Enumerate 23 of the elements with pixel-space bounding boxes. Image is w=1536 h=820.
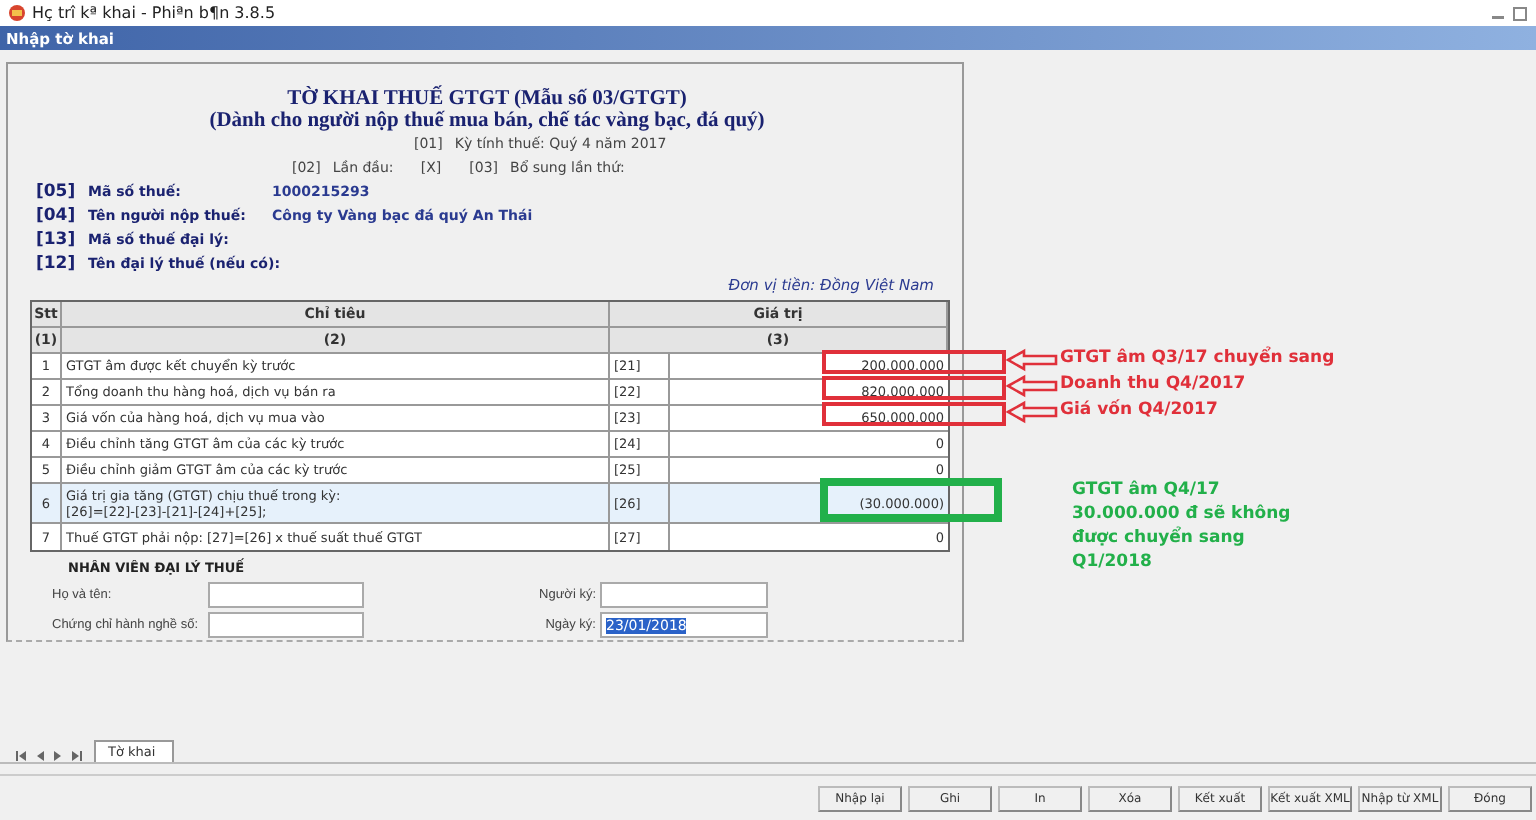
annotation-text: Doanh thu Q4/2017 [1060, 374, 1246, 394]
form-title: TỜ KHAI THUẾ GTGT (Mẫu số 03/GTGT) [285, 88, 689, 110]
input-field[interactable] [208, 612, 364, 638]
prev-sheet-icon[interactable] [32, 750, 46, 762]
arrow-icon [1006, 374, 1058, 398]
annotation-text: GTGT âm Q3/17 chuyển sang [1060, 348, 1335, 368]
next-sheet-icon[interactable] [50, 750, 64, 762]
first-sheet-icon[interactable] [14, 750, 28, 762]
field-code: [04] [36, 206, 76, 226]
arrow-icon [1006, 400, 1058, 424]
annotation-text: GTGT âm Q4/17 30.000.000 đ sẽ không được chuyển sang Q1/2018 [1072, 478, 1291, 574]
input-field[interactable] [208, 582, 364, 608]
arrow-icon [1006, 348, 1058, 372]
field-code: [13] [36, 230, 76, 250]
annotation-text: Giá vốn Q4/2017 [1060, 400, 1218, 420]
form-subtitle: (Dành cho người nộp thuế mua bán, chế tác vàng bạc, đá quý) [207, 110, 767, 132]
app-icon [8, 4, 26, 22]
window-title: Hç trî kª khai - Phiªn b¶n 3.8.5 [32, 4, 278, 22]
maximize-icon[interactable] [1512, 5, 1528, 21]
field-code: [12] [36, 254, 76, 274]
last-sheet-icon[interactable] [68, 750, 82, 762]
input-field[interactable] [600, 582, 768, 608]
field-code: [05] [36, 182, 76, 202]
